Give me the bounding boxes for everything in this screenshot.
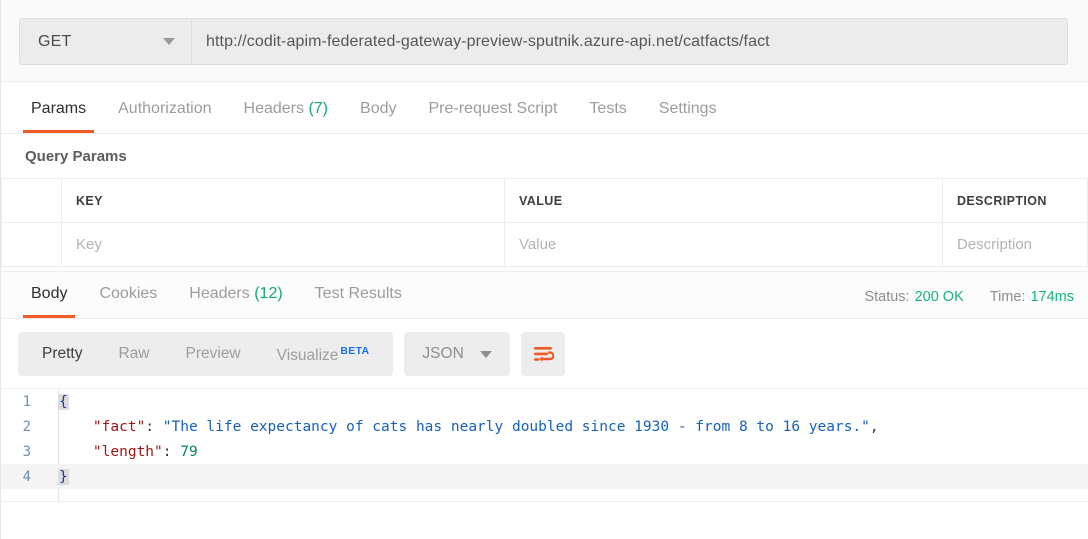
- line-number: 3: [1, 444, 45, 460]
- response-tab-body[interactable]: Body: [15, 285, 83, 318]
- chevron-down-icon: [163, 38, 175, 45]
- row-checkbox-cell[interactable]: [2, 223, 62, 267]
- tab-authorization[interactable]: Authorization: [102, 100, 227, 133]
- code-content: "length": 79: [45, 444, 198, 460]
- code-line: 1 {: [1, 389, 1088, 414]
- query-params-title: Query Params: [1, 134, 1088, 178]
- code-line: 4 }: [1, 464, 1088, 489]
- http-method-dropdown[interactable]: GET: [20, 19, 192, 64]
- tab-headers-label: Headers: [244, 100, 304, 117]
- tab-params[interactable]: Params: [15, 100, 102, 133]
- format-tab-group: Pretty Raw Preview VisualizeBETA: [18, 332, 393, 376]
- column-header-key: KEY: [62, 179, 505, 223]
- code-bottom-divider: [1, 501, 1088, 502]
- table-row: Key Value Description: [2, 223, 1088, 267]
- code-line: 3 "length": 79: [1, 439, 1088, 464]
- format-tab-visualize-label: Visualize: [277, 348, 339, 365]
- code-line: 2 "fact": "The life expectancy of cats h…: [1, 414, 1088, 439]
- tab-authorization-label: Authorization: [118, 100, 211, 117]
- beta-badge: BETA: [340, 345, 369, 357]
- tab-settings-label: Settings: [659, 100, 717, 117]
- json-key: "fact": [93, 419, 145, 435]
- code-content: "fact": "The life expectancy of cats has…: [45, 419, 879, 435]
- response-tab-test-results[interactable]: Test Results: [299, 285, 418, 318]
- json-separator: :: [145, 419, 162, 435]
- url-bar: GET http://codit-apim-federated-gateway-…: [19, 18, 1068, 65]
- time-badge: Time:174ms: [990, 289, 1074, 305]
- json-separator: :: [163, 444, 180, 460]
- json-string-value: "The life expectancy of cats has nearly …: [163, 419, 870, 435]
- response-tab-headers-count: (12): [254, 285, 282, 302]
- tab-body[interactable]: Body: [344, 100, 412, 133]
- response-tab-test-results-label: Test Results: [315, 285, 402, 302]
- format-tab-preview[interactable]: Preview: [168, 332, 259, 376]
- word-wrap-button[interactable]: [521, 332, 565, 376]
- json-brace: }: [58, 469, 69, 485]
- param-value-input[interactable]: Value: [505, 223, 943, 267]
- status-badge: Status: 200 OK: [864, 289, 963, 305]
- chevron-down-icon: [480, 351, 492, 358]
- url-bar-container: GET http://codit-apim-federated-gateway-…: [1, 0, 1088, 82]
- param-key-input[interactable]: Key: [62, 223, 505, 267]
- response-tab-cookies[interactable]: Cookies: [83, 285, 173, 318]
- http-method-label: GET: [38, 33, 72, 51]
- column-header-value: VALUE: [505, 179, 943, 223]
- code-content: }: [45, 469, 69, 485]
- tab-headers-count: (7): [308, 100, 328, 117]
- param-description-input[interactable]: Description: [943, 223, 1088, 267]
- tab-tests-label: Tests: [589, 100, 626, 117]
- response-tab-cookies-label: Cookies: [99, 285, 157, 302]
- request-tabs: Params Authorization Headers (7) Body Pr…: [1, 82, 1088, 134]
- time-label: Time:: [990, 289, 1026, 305]
- json-number-value: 79: [180, 444, 197, 460]
- table-header-row: KEY VALUE DESCRIPTION: [2, 179, 1088, 223]
- query-params-table: KEY VALUE DESCRIPTION Key Value Descript…: [1, 178, 1088, 267]
- response-tab-headers-label: Headers: [189, 285, 249, 302]
- language-dropdown[interactable]: JSON: [404, 332, 509, 376]
- response-tab-headers[interactable]: Headers (12): [173, 285, 298, 318]
- tab-pre-request-script-label: Pre-request Script: [428, 100, 557, 117]
- postman-request-response-panel: GET http://codit-apim-federated-gateway-…: [0, 0, 1088, 539]
- status-value: 200 OK: [915, 289, 964, 305]
- format-tab-raw[interactable]: Raw: [100, 332, 167, 376]
- column-header-description: DESCRIPTION: [943, 179, 1088, 223]
- code-content: {: [45, 394, 69, 410]
- response-meta: Status: 200 OK Time:174ms: [864, 289, 1074, 318]
- response-format-toolbar: Pretty Raw Preview VisualizeBETA JSON: [1, 319, 1088, 388]
- tab-headers[interactable]: Headers (7): [228, 100, 345, 133]
- tab-body-label: Body: [360, 100, 396, 117]
- line-number: 1: [1, 394, 45, 410]
- format-tab-pretty[interactable]: Pretty: [24, 332, 100, 376]
- language-label: JSON: [422, 345, 463, 363]
- tab-params-label: Params: [31, 100, 86, 117]
- json-brace: {: [58, 394, 69, 410]
- response-tabs: Body Cookies Headers (12) Test Results: [15, 285, 418, 318]
- time-value: 174ms: [1030, 289, 1074, 305]
- word-wrap-icon: [532, 345, 554, 363]
- line-number: 2: [1, 419, 45, 435]
- url-input[interactable]: http://codit-apim-federated-gateway-prev…: [192, 19, 1067, 64]
- line-number: 4: [1, 469, 45, 485]
- tab-pre-request-script[interactable]: Pre-request Script: [412, 100, 573, 133]
- response-body-code[interactable]: 1 { 2 "fact": "The life expectancy of ca…: [1, 388, 1088, 502]
- response-bar: Body Cookies Headers (12) Test Results S…: [1, 271, 1088, 319]
- tab-settings[interactable]: Settings: [643, 100, 733, 133]
- tab-tests[interactable]: Tests: [573, 100, 642, 133]
- json-key: "length": [93, 444, 163, 460]
- select-all-checkbox-cell[interactable]: [2, 179, 62, 223]
- status-label: Status:: [864, 289, 909, 305]
- json-comma: ,: [870, 419, 879, 435]
- format-tab-visualize[interactable]: VisualizeBETA: [259, 329, 388, 378]
- response-tab-body-label: Body: [31, 285, 67, 302]
